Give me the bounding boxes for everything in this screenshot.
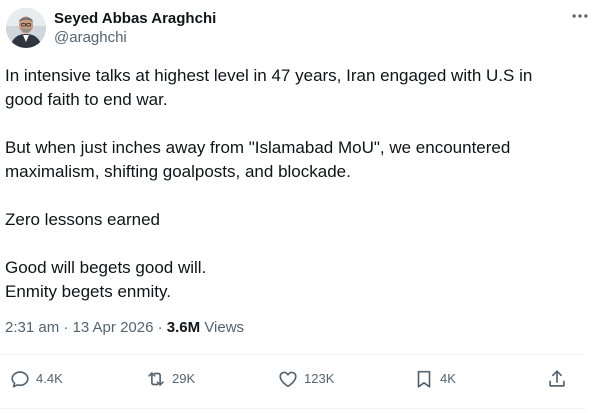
tweet-line: Good will begets good will. [5,258,207,277]
author-handle[interactable]: @araghchi [54,28,216,48]
tweet-line: But when just inches away from "Islamaba… [5,138,511,157]
reply-button[interactable]: 4.4K [9,368,63,390]
meta-separator: · [157,319,167,336]
repost-count: 29K [172,371,196,386]
bookmark-count: 4K [440,371,456,386]
bottom-divider [0,408,586,409]
like-button[interactable]: 123K [277,368,334,390]
like-count: 123K [304,371,335,386]
reply-icon [11,371,29,388]
share-icon [549,370,565,387]
more-horizontal-icon [572,14,588,18]
share-button[interactable] [546,368,568,390]
author-names: Seyed Abbas Araghchi @araghchi [54,8,216,48]
tweet-line: good faith to end war. [5,90,168,109]
tweet-line: In intensive talks at highest level in 4… [5,66,533,85]
tweet-timestamp[interactable]: 2:31 am · 13 Apr 2026 [5,319,153,336]
repost-button[interactable]: 29K [145,368,195,390]
avatar-image [6,8,46,48]
more-options-button[interactable] [568,6,592,26]
author-display-name[interactable]: Seyed Abbas Araghchi [54,9,216,28]
views-label: Views [204,319,245,336]
avatar[interactable] [6,8,46,48]
tweet-header: Seyed Abbas Araghchi @araghchi [6,8,586,52]
tweet-line: maximalism, shifting goalposts, and bloc… [5,162,351,181]
repost-icon [148,372,164,386]
tweet-meta: 2:31 am · 13 Apr 2026 · 3.6M Views [5,318,244,338]
reply-count: 4.4K [36,371,63,386]
tweet: Seyed Abbas Araghchi @araghchi In intens… [0,0,596,413]
action-bar: 4.4K 29K 123K 4K [0,368,596,392]
bookmark-button[interactable]: 4K [413,368,456,390]
bookmark-icon [417,370,431,388]
tweet-line: Enmity begets enmity. [5,282,171,301]
divider [0,354,586,355]
tweet-line: Zero lessons earned [5,210,160,229]
tweet-text: In intensive talks at highest level in 4… [5,64,585,304]
heart-icon [279,371,297,388]
views-count[interactable]: 3.6M [167,319,200,336]
